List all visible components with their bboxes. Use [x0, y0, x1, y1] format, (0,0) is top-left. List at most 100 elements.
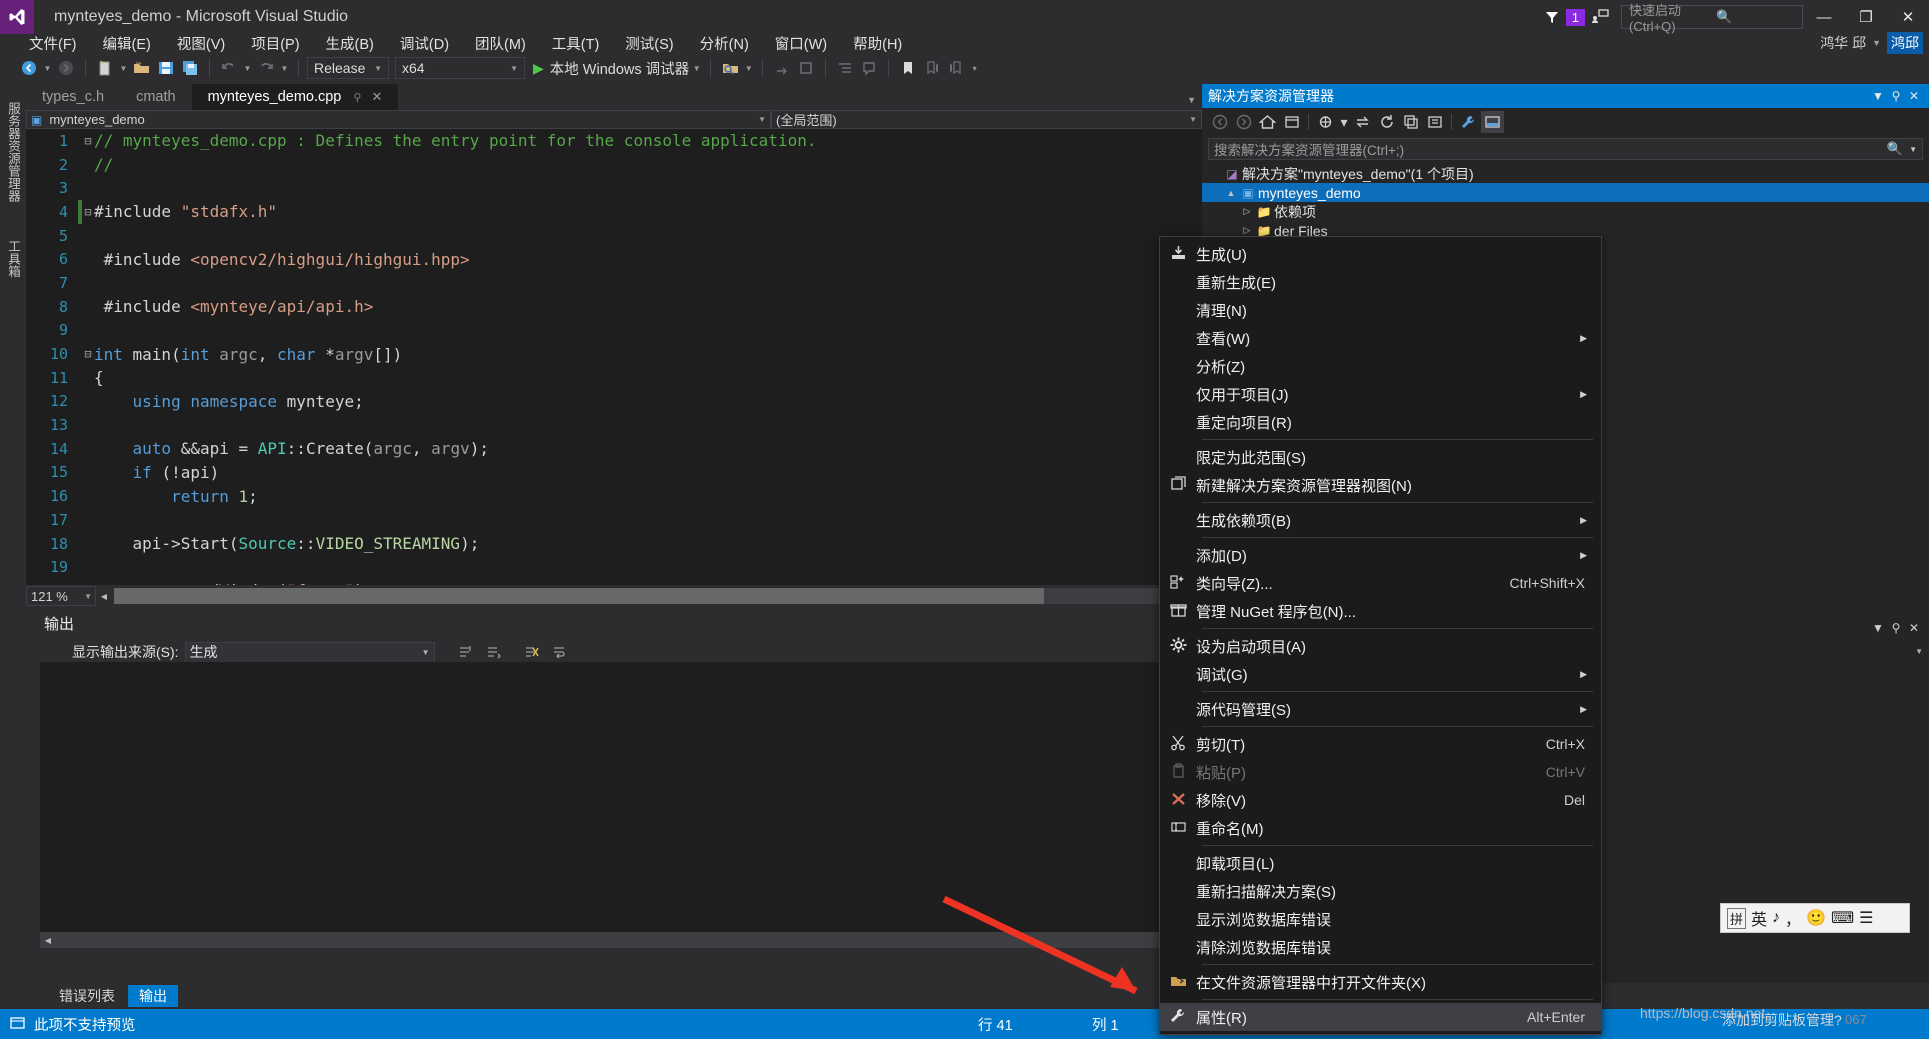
sync-icon[interactable] [1351, 111, 1374, 133]
context-menu-item[interactable]: 调试(G) ▶ [1160, 660, 1601, 688]
fold-toggle-icon[interactable]: ⊟ [82, 205, 94, 219]
context-menu-item[interactable]: 移除(V) Del [1160, 786, 1601, 814]
context-menu-item[interactable]: 重定向项目(R) [1160, 408, 1601, 436]
show-all-files-icon[interactable] [1314, 111, 1337, 133]
feedback-icon[interactable] [1585, 6, 1615, 28]
chevron-down-icon[interactable]: ▼ [279, 64, 290, 73]
chevron-down-icon[interactable]: ▼ [691, 64, 702, 73]
clear-output-icon[interactable] [521, 642, 543, 662]
menu-file[interactable]: 文件(F) [16, 31, 90, 56]
chevron-down-icon[interactable]: ▼ [1187, 95, 1196, 105]
context-menu-item[interactable]: 重命名(M) [1160, 814, 1601, 842]
expander-icon[interactable]: ▲ [1224, 188, 1238, 198]
menu-build[interactable]: 生成(B) [313, 31, 387, 56]
pin-icon[interactable]: ⚲ [1887, 89, 1905, 103]
pending-changes-icon[interactable] [1280, 111, 1303, 133]
context-menu-item[interactable]: 清除浏览数据库错误 [1160, 933, 1601, 961]
ime-mode-english[interactable]: 英 [1751, 906, 1767, 930]
menu-view[interactable]: 视图(V) [164, 31, 238, 56]
menu-edit[interactable]: 编辑(E) [90, 31, 164, 56]
toolbar-overflow-icon[interactable]: ▾ [969, 64, 980, 73]
menu-test[interactable]: 测试(S) [612, 31, 686, 56]
chevron-down-icon[interactable]: ▼ [1869, 621, 1887, 635]
preview-selected-items-icon[interactable] [1481, 111, 1504, 133]
open-file-icon[interactable] [131, 57, 153, 79]
editor-tab-cmath[interactable]: cmath [120, 84, 192, 110]
editor-tab-mynteyes-demo-cpp[interactable]: mynteyes_demo.cpp ⚲ ✕ [191, 84, 399, 110]
context-menu-item[interactable]: 卸载项目(L) [1160, 849, 1601, 877]
code-editor[interactable]: 1 ⊟// mynteyes_demo.cpp : Defines the ent… [26, 129, 1202, 585]
sidebar-item-server-explorer[interactable]: 服务器资源管理器 [0, 96, 27, 208]
menu-debug[interactable]: 调试(D) [387, 31, 462, 56]
tree-item[interactable]: ▷ 📁 依赖项 [1202, 202, 1929, 221]
output-text-area[interactable] [40, 662, 1188, 932]
fold-toggle-icon[interactable]: ⊟ [82, 347, 94, 361]
scroll-left-icon[interactable]: ◀ [96, 592, 112, 601]
start-debug-label[interactable]: 本地 Windows 调试器 [550, 58, 689, 79]
restore-button[interactable]: ❐ [1845, 2, 1887, 32]
home-icon[interactable] [1256, 111, 1279, 133]
expander-icon[interactable]: ▷ [1240, 206, 1254, 217]
chevron-down-icon[interactable]: ▼ [242, 64, 253, 73]
menu-tools[interactable]: 工具(T) [539, 31, 613, 56]
refresh-icon[interactable] [1375, 111, 1398, 133]
chevron-down-icon[interactable]: ▼ [118, 64, 129, 73]
bookmark-icon[interactable] [897, 57, 919, 79]
properties-wrench-icon[interactable] [1457, 111, 1480, 133]
context-menu-item[interactable]: 在文件资源管理器中打开文件夹(X) [1160, 968, 1601, 996]
context-menu-item[interactable]: 管理 NuGet 程序包(N)... [1160, 597, 1601, 625]
menu-team[interactable]: 团队(M) [462, 31, 539, 56]
ime-keyboard-icon[interactable]: ⌨ [1831, 908, 1854, 928]
toggle-wordwrap-icon[interactable] [549, 642, 571, 662]
close-icon[interactable]: ✕ [371, 89, 382, 105]
navbar-type-dropdown[interactable]: ▣ mynteyes_demo ▼ [26, 110, 771, 129]
new-project-icon[interactable] [94, 57, 116, 79]
ime-emoji-icon[interactable]: 🙂 [1806, 908, 1826, 928]
solution-explorer-search-input[interactable]: 搜索解决方案资源管理器(Ctrl+;) 🔍 ▼ [1208, 138, 1923, 160]
context-menu-item[interactable]: 生成(U) [1160, 240, 1601, 268]
save-icon[interactable] [155, 57, 177, 79]
chevron-down-icon[interactable]: ▼ [42, 64, 53, 73]
notification-badge[interactable]: 1 [1565, 8, 1585, 26]
menu-project[interactable]: 项目(P) [238, 31, 312, 56]
go-to-message-icon[interactable] [483, 642, 505, 662]
browse-folder-icon[interactable] [719, 57, 741, 79]
sidebar-item-toolbox[interactable]: 工具箱 [0, 234, 27, 284]
chevron-down-icon[interactable]: ▾ [1338, 111, 1350, 133]
save-all-icon[interactable] [179, 57, 201, 79]
funnel-icon[interactable] [1539, 6, 1565, 28]
chevron-down-icon[interactable]: ▼ [743, 64, 754, 73]
context-menu-item[interactable]: 类向导(Z)... Ctrl+Shift+X [1160, 569, 1601, 597]
collapse-all-icon[interactable] [1399, 111, 1422, 133]
navigate-back-icon[interactable] [18, 57, 40, 79]
quick-launch-input[interactable]: 快速启动 (Ctrl+Q) 🔍 [1621, 3, 1803, 34]
context-menu-item[interactable]: 限定为此范围(S) [1160, 443, 1601, 471]
context-menu-item[interactable]: 新建解决方案资源管理器视图(N) [1160, 471, 1601, 499]
show-all-files-toggle-icon[interactable] [1423, 111, 1446, 133]
pin-icon[interactable]: ⚲ [1887, 621, 1905, 635]
context-menu-item[interactable]: 属性(R) Alt+Enter [1160, 1003, 1601, 1031]
context-menu-item[interactable]: 源代码管理(S) ▶ [1160, 695, 1601, 723]
solution-platform-dropdown[interactable]: x64 ▼ [395, 57, 525, 79]
tree-item[interactable]: ▲ ▣ mynteyes_demo [1202, 183, 1929, 202]
context-menu-item[interactable]: 分析(Z) [1160, 352, 1601, 380]
context-menu-item[interactable]: 剪切(T) Ctrl+X [1160, 730, 1601, 758]
search-icon[interactable]: 🔍 [1887, 141, 1903, 157]
scroll-left-icon[interactable]: ◀ [40, 932, 56, 948]
context-menu-item[interactable]: 生成依赖项(B) ▶ [1160, 506, 1601, 534]
context-menu-item[interactable]: 设为启动项目(A) [1160, 632, 1601, 660]
close-icon[interactable]: ✕ [1905, 89, 1923, 103]
navbar-member-dropdown[interactable]: (全局范围) ▼ [771, 110, 1202, 129]
ime-menu-icon[interactable]: ☰ [1859, 908, 1873, 928]
menu-analyze[interactable]: 分析(N) [687, 31, 762, 56]
close-button[interactable]: ✕ [1887, 2, 1929, 32]
expander-icon[interactable]: ▷ [1240, 225, 1254, 236]
tree-item[interactable]: ◪ 解决方案"mynteyes_demo"(1 个项目) [1202, 164, 1929, 183]
play-icon[interactable]: ▶ [533, 60, 544, 77]
ime-punctuation-icon[interactable]: ， [1785, 906, 1801, 930]
context-menu-item[interactable]: 重新生成(E) [1160, 268, 1601, 296]
editor-horizontal-scrollbar[interactable] [114, 588, 1202, 604]
context-menu-item[interactable]: 添加(D) ▶ [1160, 541, 1601, 569]
output-source-dropdown[interactable]: 生成 ▼ [184, 641, 435, 663]
pin-icon[interactable]: ⚲ [353, 91, 361, 104]
